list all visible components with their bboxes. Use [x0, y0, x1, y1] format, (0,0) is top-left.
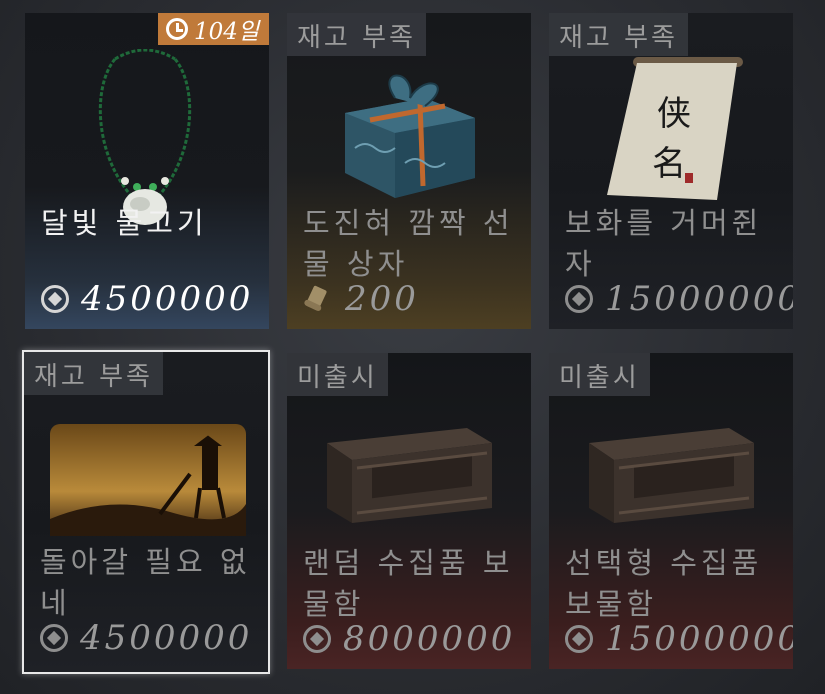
coin-icon — [565, 285, 593, 313]
price-value: 200 — [345, 279, 419, 319]
status-tag: 재고 부족 — [287, 13, 426, 56]
price-row: 4500000 — [41, 279, 253, 319]
item-name-line: 보화를 거머쥔 — [565, 206, 763, 240]
price-row: 15000000 — [565, 619, 793, 659]
scroll-currency-icon — [304, 285, 327, 311]
status-tag: 재고 부족 — [24, 352, 163, 395]
item-name: 보화를 거머쥔 자 — [565, 203, 781, 285]
coin-icon — [41, 285, 69, 313]
price-value: 4500000 — [81, 279, 254, 319]
item-card-treasure-grasper[interactable]: 재고 부족 侠 名 보화를 거머쥔 자 15000000 — [549, 13, 793, 329]
treasure-chest-image — [589, 428, 754, 523]
price-row: 15000000 — [565, 279, 793, 319]
item-card-gift-box[interactable]: 재고 부족 도진혀 깜짝 선 물 상자 200 — [287, 13, 531, 329]
item-name: 선택형 수집품 보물함 — [565, 543, 781, 625]
timer-badge: 104일 — [157, 13, 269, 45]
price-row: 200 — [303, 279, 419, 319]
item-name-line: 달빛 물고기 — [41, 206, 208, 240]
price-value: 15000000 — [605, 279, 793, 319]
item-card-selectable-collectible-chest[interactable]: 미출시 선택형 수집품 보물함 15000000 — [549, 353, 793, 669]
clock-icon — [165, 18, 188, 40]
price-value: 8000000 — [343, 619, 516, 659]
item-name: 돌아갈 필요 없 네 — [40, 542, 256, 624]
coin-icon — [40, 624, 68, 652]
status-tag: 미출시 — [549, 353, 650, 396]
item-card-random-collectible-chest[interactable]: 미출시 랜덤 수집품 보 물함 8000000 — [287, 353, 531, 669]
item-name: 랜덤 수집품 보 물함 — [303, 543, 519, 625]
jade-necklace-image — [98, 49, 192, 225]
price-row: 4500000 — [40, 618, 252, 658]
svg-text:侠: 侠 — [657, 94, 691, 134]
item-name: 달빛 물고기 — [41, 203, 257, 244]
coin-icon — [565, 625, 593, 653]
price-value: 4500000 — [80, 618, 253, 658]
status-tag: 재고 부족 — [549, 13, 688, 56]
svg-text:名: 名 — [652, 144, 686, 184]
item-card-moonlight-fish[interactable]: 104일 달빛 물고기 4500000 — [25, 13, 269, 329]
treasure-chest-image — [327, 428, 492, 523]
item-name-line: 선택형 수집품 — [565, 546, 763, 580]
item-name-line: 돌아갈 필요 없 — [40, 545, 251, 579]
item-card-no-need-to-return[interactable]: 재고 부족 돌아갈 필요 없 네 4500000 — [22, 350, 270, 674]
price-row: 8000000 — [303, 619, 515, 659]
coin-icon — [303, 625, 331, 653]
calligraphy-scroll-image: 侠 名 — [607, 57, 743, 200]
price-value: 15000000 — [605, 619, 793, 659]
swordsman-painting-image — [50, 424, 246, 536]
item-name-line: 도진혀 깜짝 선 — [303, 206, 514, 240]
item-name-line: 랜덤 수집품 보 — [303, 546, 514, 580]
timer-text: 104일 — [193, 19, 259, 45]
gift-box-image — [345, 74, 475, 198]
status-tag: 미출시 — [287, 353, 388, 396]
item-name: 도진혀 깜짝 선 물 상자 — [303, 203, 519, 285]
